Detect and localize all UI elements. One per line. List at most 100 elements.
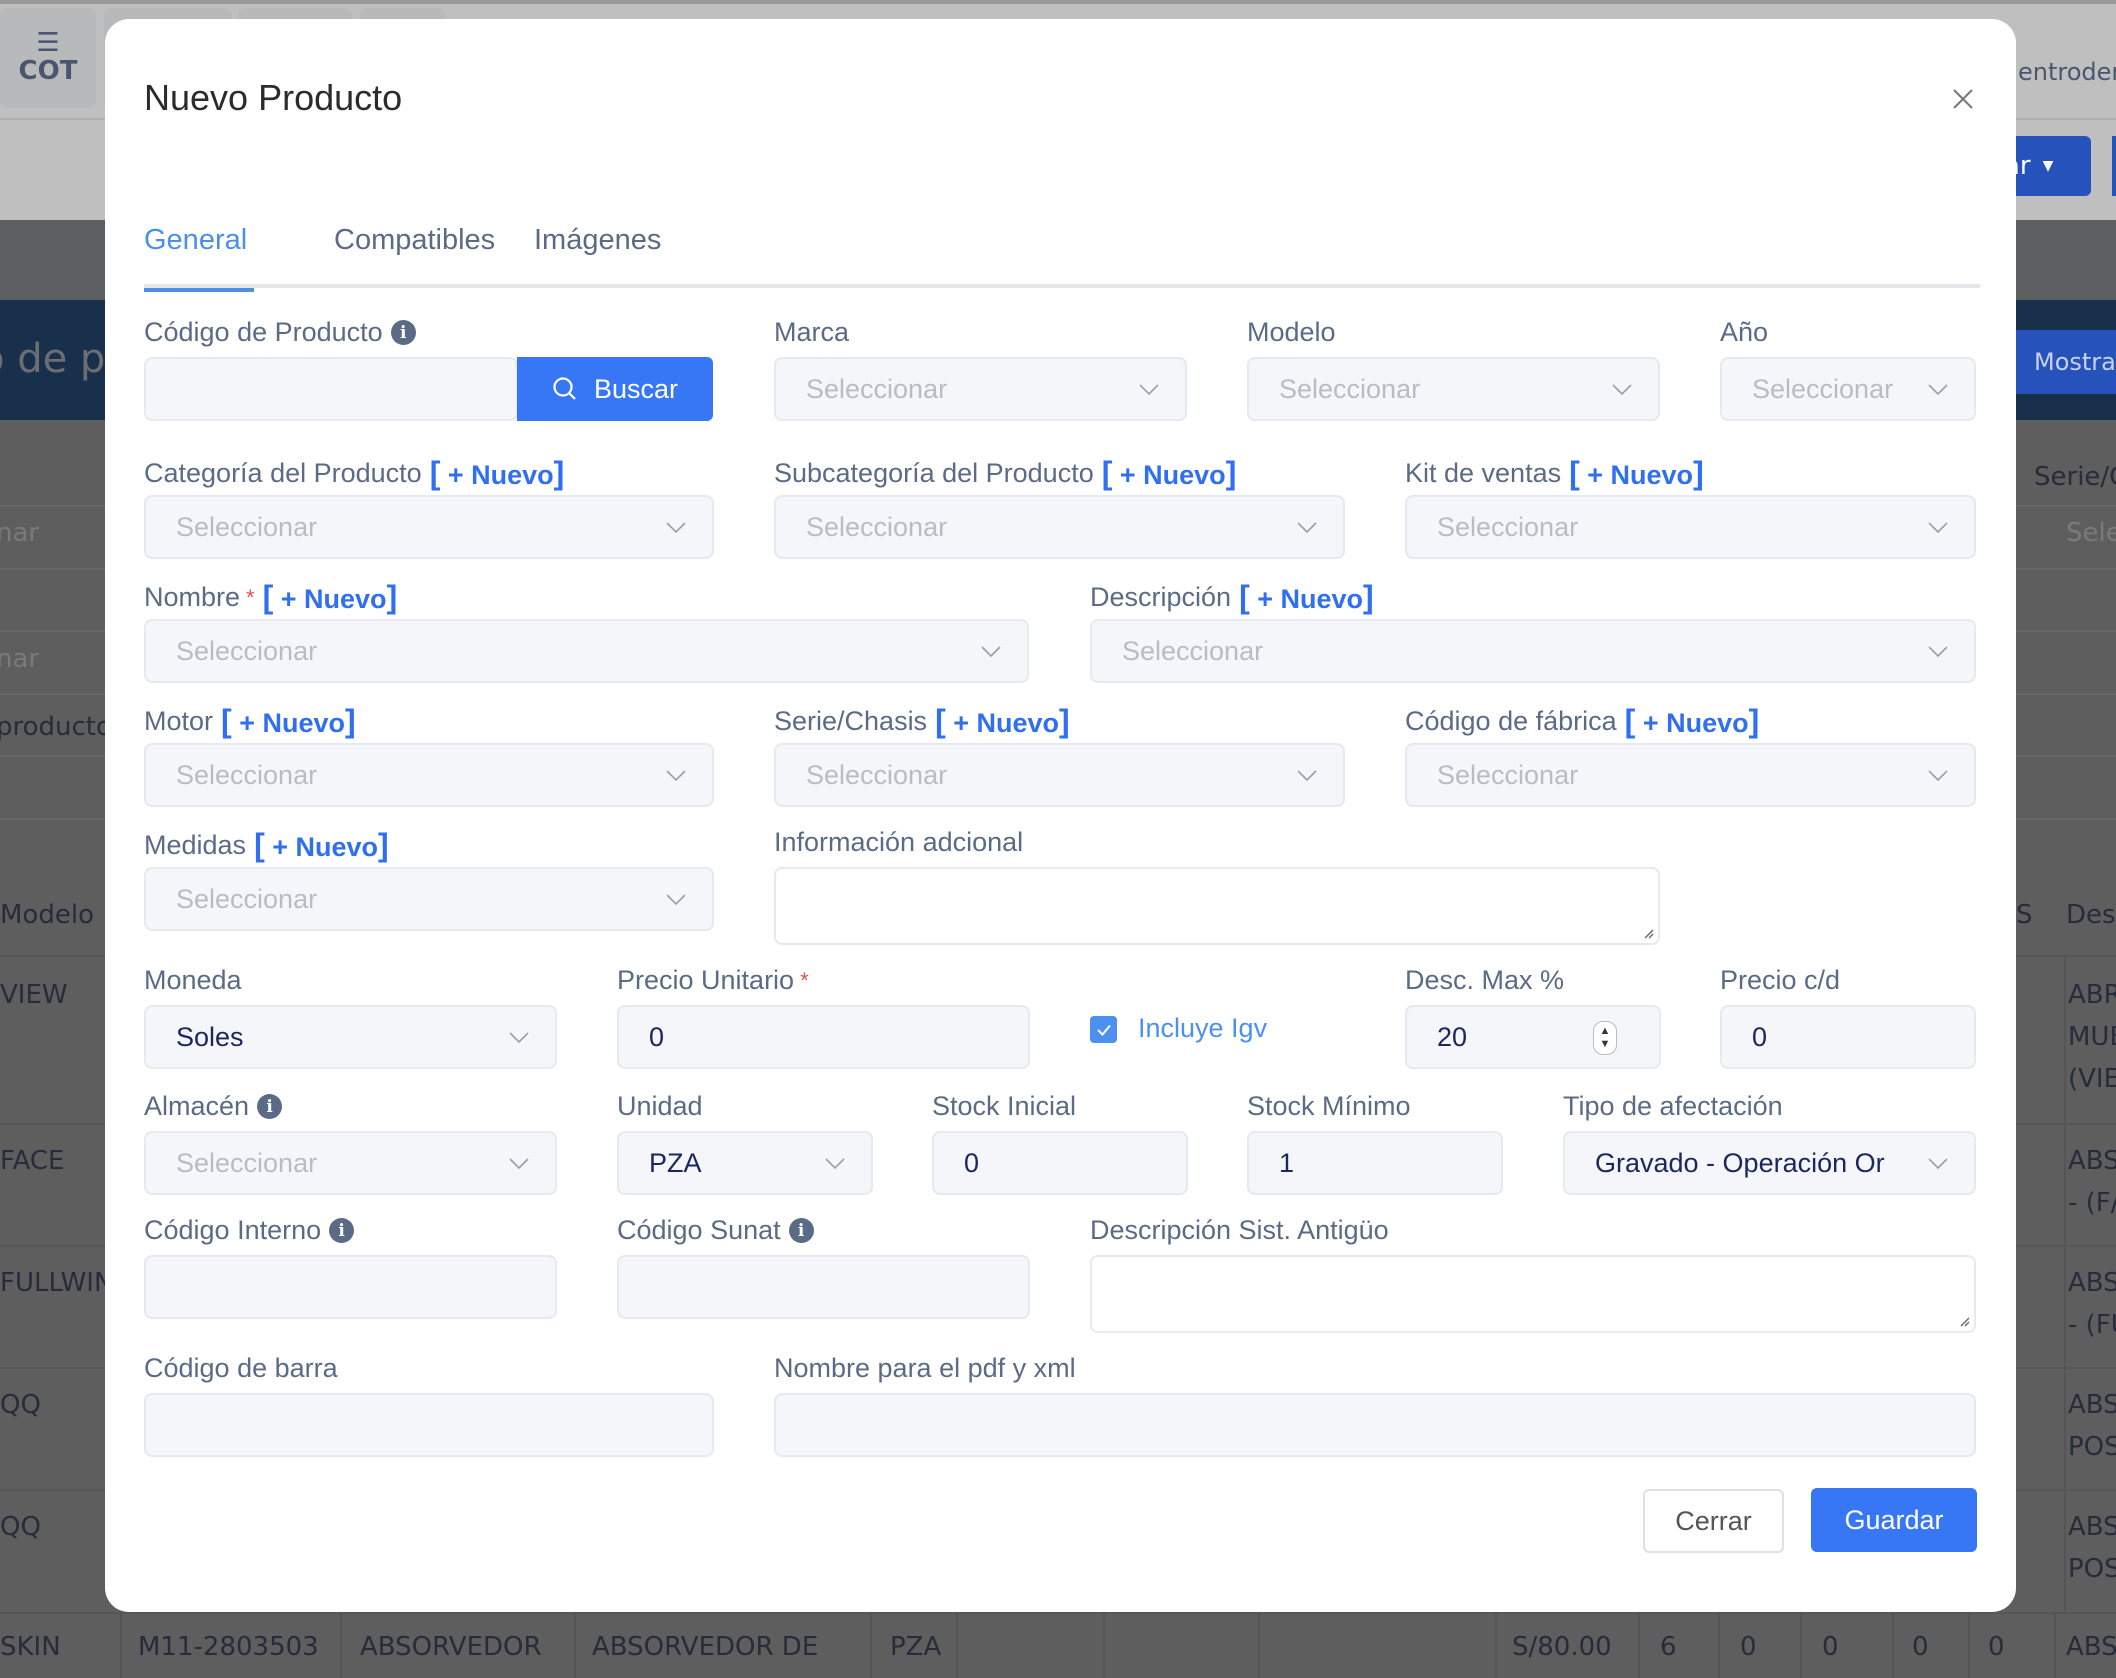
medidas-select[interactable]: Seleccionar	[144, 867, 714, 931]
almacen-select[interactable]: Seleccionar	[144, 1131, 557, 1195]
export-dropdown-button[interactable]: ar ▼	[2004, 136, 2091, 196]
input-value: 0	[1752, 1021, 1768, 1052]
resize-handle-icon[interactable]	[1956, 1313, 1970, 1327]
info-icon[interactable]: i	[329, 1218, 355, 1243]
label-text: Almacén	[144, 1091, 250, 1121]
label-text: Nombre	[144, 582, 241, 612]
resize-handle-icon[interactable]	[1640, 925, 1654, 939]
input-value: 0	[964, 1147, 980, 1178]
add-serie-chasis-link[interactable]: [ + Nuevo]	[935, 703, 1070, 740]
input-value: 20	[1437, 1021, 1468, 1052]
table-header-modelo[interactable]: Modelo	[0, 900, 94, 930]
buscar-button[interactable]: Buscar	[517, 357, 713, 421]
precio-unitario-input[interactable]: 0	[617, 1005, 1030, 1069]
incluye-igv-checkbox[interactable]	[1090, 1016, 1117, 1043]
add-categoria-link[interactable]: [ + Nuevo]	[430, 455, 565, 492]
info-adicional-textarea[interactable]	[774, 867, 1660, 945]
tipo-afectacion-select[interactable]: Gravado - Operación Or	[1563, 1131, 1976, 1195]
column-divider	[1968, 1612, 1970, 1678]
add-codigo-fabrica-link[interactable]: [ + Nuevo]	[1625, 703, 1760, 740]
nombre-pdf-xml-label: Nombre para el pdf y xml	[774, 1353, 1076, 1383]
info-icon[interactable]: i	[390, 320, 416, 345]
codigo-fabrica-select[interactable]: Seleccionar	[1405, 743, 1976, 807]
incluye-igv-label[interactable]: Incluye Igv	[1138, 1013, 1267, 1044]
codigo-sunat-input[interactable]	[617, 1255, 1030, 1319]
desc-max-input[interactable]: 20 ▲ ▼	[1405, 1005, 1661, 1069]
unidad-select[interactable]: PZA	[617, 1131, 873, 1195]
codigo-barra-label: Código de barra	[144, 1353, 338, 1383]
table-header[interactable]: S	[2016, 900, 2033, 930]
chevron-down-icon	[666, 894, 686, 906]
codigo-interno-input[interactable]	[144, 1255, 557, 1319]
table-cell: VIEW	[0, 980, 68, 1010]
stepper-down-icon[interactable]: ▼	[1600, 1038, 1611, 1051]
desc-sist-antiguo-label: Descripción Sist. Antigüo	[1090, 1215, 1389, 1245]
tab-compatibles[interactable]: Compatibles	[334, 224, 495, 288]
descripcion-select[interactable]: Seleccionar	[1090, 619, 1976, 683]
tab-imagenes[interactable]: Imágenes	[534, 224, 661, 288]
secondary-button[interactable]	[2112, 136, 2116, 196]
tipo-afectacion-label: Tipo de afectación	[1563, 1091, 1783, 1121]
select-value: Seleccionar	[1752, 373, 1894, 404]
table-cell: ABSORVEDOR	[360, 1632, 542, 1662]
number-stepper[interactable]: ▲ ▼	[1593, 1021, 1617, 1055]
add-motor-link[interactable]: [ + Nuevo]	[221, 703, 356, 740]
anio-select[interactable]: Seleccionar	[1720, 357, 1976, 421]
close-button[interactable]	[1943, 79, 1983, 119]
subcategoria-select[interactable]: Seleccionar	[774, 495, 1345, 559]
add-kit-ventas-link[interactable]: [ + Nuevo]	[1569, 455, 1704, 492]
codigo-producto-input[interactable]	[144, 357, 518, 421]
select-value: Seleccionar	[806, 759, 948, 790]
motor-select[interactable]: Seleccionar	[144, 743, 714, 807]
add-nombre-link[interactable]: [ + Nuevo]	[263, 579, 398, 616]
tab-general[interactable]: General	[144, 224, 254, 292]
right-filter-placeholder[interactable]: Sele	[2066, 518, 2116, 548]
nombre-select[interactable]: Seleccionar	[144, 619, 1029, 683]
stepper-up-icon[interactable]: ▲	[1600, 1025, 1611, 1038]
cerrar-button[interactable]: Cerrar	[1643, 1489, 1784, 1553]
moneda-select[interactable]: Soles	[144, 1005, 557, 1069]
search-icon	[553, 377, 576, 400]
caret-down-icon: ▼	[2042, 158, 2054, 174]
nav-cot-button[interactable]: ☰ COT	[0, 8, 96, 108]
stock-inicial-label: Stock Inicial	[932, 1091, 1077, 1121]
table-cell: M11-2803503	[138, 1632, 319, 1662]
right-filter-label: Serie/C	[2034, 462, 2116, 492]
close-icon	[1953, 89, 1973, 109]
filter-placeholder[interactable]: nar	[0, 644, 39, 674]
column-divider	[120, 1612, 122, 1678]
stock-minimo-input[interactable]: 1	[1247, 1131, 1503, 1195]
table-header-descripcion[interactable]: Des.	[2066, 900, 2116, 930]
chevron-down-icon	[666, 770, 686, 782]
table-cell: 0	[1988, 1632, 2005, 1662]
codigo-barra-input[interactable]	[144, 1393, 714, 1457]
modelo-select[interactable]: Seleccionar	[1247, 357, 1660, 421]
precio-cd-input[interactable]: 0	[1720, 1005, 1976, 1069]
column-divider	[1800, 1612, 1802, 1678]
subcategoria-label: Subcategoría del Producto [ + Nuevo]	[774, 455, 1236, 492]
info-icon[interactable]: i	[788, 1218, 814, 1243]
info-icon[interactable]: i	[257, 1094, 283, 1119]
column-divider	[870, 1612, 872, 1678]
add-descripcion-link[interactable]: [ + Nuevo]	[1239, 579, 1374, 616]
add-subcategoria-link[interactable]: [ + Nuevo]	[1102, 455, 1237, 492]
desc-sist-antiguo-textarea[interactable]	[1090, 1255, 1976, 1333]
kit-ventas-select[interactable]: Seleccionar	[1405, 495, 1976, 559]
chevron-down-icon	[1928, 522, 1948, 534]
categoria-select[interactable]: Seleccionar	[144, 495, 714, 559]
stock-inicial-input[interactable]: 0	[932, 1131, 1188, 1195]
nombre-pdf-xml-input[interactable]	[774, 1393, 1976, 1457]
chevron-down-icon	[1928, 770, 1948, 782]
modal-title: Nuevo Producto	[144, 77, 403, 118]
serie-chasis-select[interactable]: Seleccionar	[774, 743, 1345, 807]
new-product-modal: Nuevo Producto General Compatibles Imáge…	[105, 19, 2016, 1612]
marca-select[interactable]: Seleccionar	[774, 357, 1187, 421]
top-border	[0, 0, 2116, 4]
input-value: 1	[1279, 1147, 1295, 1178]
guardar-button[interactable]: Guardar	[1811, 1488, 1977, 1552]
filter-placeholder[interactable]: nar	[0, 518, 39, 548]
show-button[interactable]: Mostra	[2016, 330, 2116, 394]
table-cell: ABS	[2068, 1512, 2116, 1542]
add-medidas-link[interactable]: [ + Nuevo]	[254, 827, 389, 864]
label-text: Serie/Chasis	[774, 706, 928, 736]
